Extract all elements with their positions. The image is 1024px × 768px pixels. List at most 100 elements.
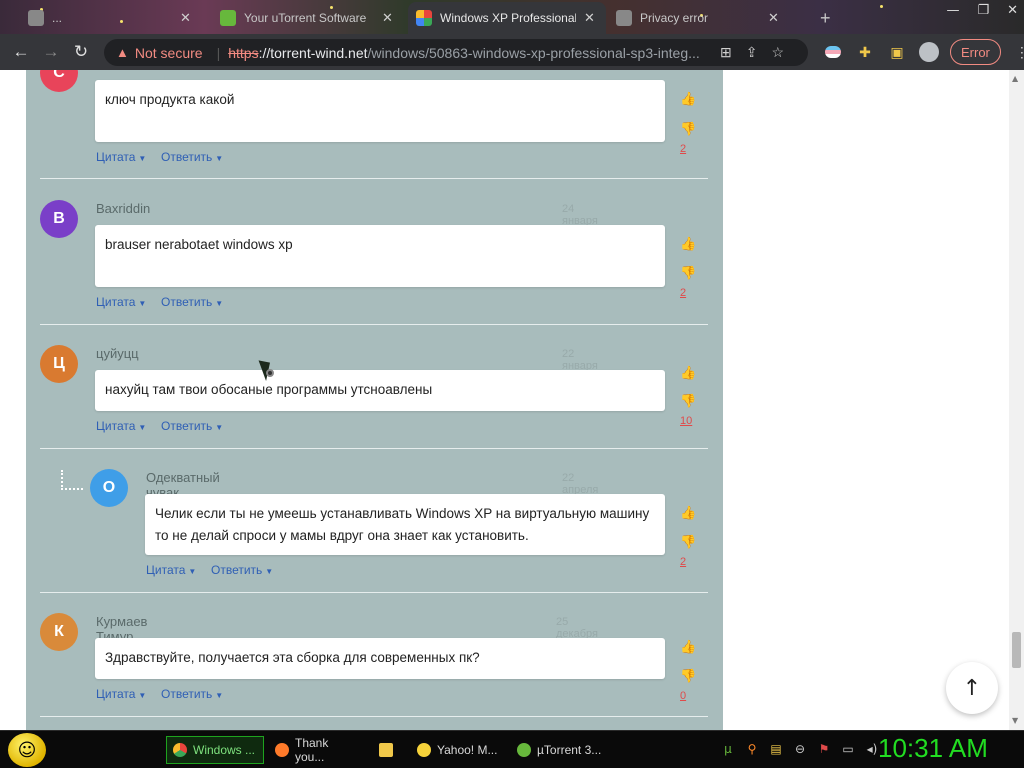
avatar[interactable]: B bbox=[40, 200, 78, 238]
quote-link[interactable]: Цитата ▼ bbox=[96, 295, 146, 309]
share-icon[interactable]: ⇪ bbox=[746, 44, 758, 61]
vote-down[interactable]: 👎2 bbox=[680, 118, 696, 156]
tab-3-active[interactable]: Windows XP Professional ✕ bbox=[408, 2, 606, 34]
quote-link[interactable]: Цитата ▼ bbox=[96, 150, 146, 164]
reply-link[interactable]: Ответить ▼ bbox=[161, 419, 223, 433]
vote-up[interactable]: 👍 bbox=[680, 362, 696, 380]
avatar[interactable]: Ц bbox=[40, 345, 78, 383]
vote-down[interactable]: 👎0 bbox=[680, 665, 696, 703]
comment-text: Здравствуйте, получается эта сборка для … bbox=[95, 638, 665, 679]
favicon-icon bbox=[28, 10, 44, 26]
avatar[interactable]: К bbox=[40, 613, 78, 651]
downvote-count[interactable]: 10 bbox=[680, 415, 692, 427]
vote-down[interactable]: 👎2 bbox=[680, 262, 696, 300]
close-tab-icon[interactable]: ✕ bbox=[382, 10, 393, 26]
maximize-button[interactable]: ❐ bbox=[977, 0, 989, 22]
chevron-down-icon: ▼ bbox=[215, 154, 224, 163]
folder-icon bbox=[379, 743, 393, 757]
bookmark-star-icon[interactable]: ☆ bbox=[771, 44, 784, 61]
avatar[interactable]: С bbox=[40, 70, 78, 92]
extension-flag-icon[interactable] bbox=[822, 41, 844, 63]
start-button[interactable]: ☺ bbox=[8, 733, 46, 767]
minimize-button[interactable]: — bbox=[946, 0, 959, 22]
vote-up[interactable]: 👍 bbox=[680, 233, 696, 251]
reply-link[interactable]: Ответить ▼ bbox=[161, 150, 223, 164]
scroll-to-top-button[interactable]: ↑ bbox=[946, 662, 998, 714]
reply-link[interactable]: Ответить ▼ bbox=[211, 563, 273, 577]
security-status[interactable]: Not secure bbox=[135, 45, 203, 61]
vote-up[interactable]: 👍 bbox=[680, 636, 696, 654]
tab-2[interactable]: Your uTorrent Software ✕ bbox=[212, 2, 406, 34]
chevron-down-icon: ▼ bbox=[215, 299, 224, 308]
vote-down[interactable]: 👎2 bbox=[680, 531, 696, 569]
thumbs-down-icon: 👎 bbox=[680, 122, 697, 137]
quote-link[interactable]: Цитата ▼ bbox=[96, 687, 146, 701]
chevron-down-icon: ▼ bbox=[138, 423, 147, 432]
reply-label: Ответить bbox=[161, 150, 213, 164]
reload-icon[interactable]: ↻ bbox=[66, 42, 96, 62]
quote-link[interactable]: Цитата ▼ bbox=[146, 563, 196, 577]
profile-error-button[interactable]: Error bbox=[950, 39, 1001, 65]
back-arrow-icon[interactable]: ← bbox=[6, 42, 36, 62]
windows-favicon-icon bbox=[416, 10, 432, 26]
close-tab-icon[interactable]: ✕ bbox=[584, 10, 595, 26]
scrollbar-thumb[interactable] bbox=[1012, 632, 1021, 668]
vote-down[interactable]: 👎 10 bbox=[680, 390, 696, 428]
taskbar-item-chrome[interactable]: Windows ... bbox=[166, 736, 264, 764]
taskbar-item-folder[interactable] bbox=[372, 736, 406, 764]
translate-icon[interactable]: ⊞ bbox=[720, 44, 732, 61]
comment-author[interactable]: Baxriddin bbox=[96, 201, 150, 216]
page-viewport: С ключ продукта какой 👍 👎2 Цитата ▼ Ответ… bbox=[0, 70, 1024, 730]
close-tab-icon[interactable]: ✕ bbox=[768, 10, 779, 26]
vote-up[interactable]: 👍 bbox=[680, 502, 696, 520]
taskbar-item-firefox[interactable]: Thank you... bbox=[268, 736, 368, 764]
thumbs-up-icon: 👍 bbox=[680, 92, 697, 107]
downvote-count[interactable]: 2 bbox=[680, 556, 686, 568]
side-panel-icon[interactable]: ▣ bbox=[886, 41, 908, 63]
extensions-puzzle-icon[interactable]: ✚ bbox=[854, 41, 876, 63]
comment-author[interactable]: цуйуцц bbox=[96, 346, 139, 361]
vote-up[interactable]: 👍 bbox=[680, 88, 696, 106]
flag-tray-icon[interactable]: ⚑ bbox=[816, 741, 832, 757]
tab-title: Privacy error bbox=[640, 11, 709, 25]
scroll-down-arrow-icon[interactable]: ▼ bbox=[1012, 716, 1018, 725]
reply-link[interactable]: Ответить ▼ bbox=[161, 295, 223, 309]
profile-avatar-icon[interactable] bbox=[918, 41, 940, 63]
taskbar-clock[interactable]: 10:31 AM bbox=[878, 733, 988, 764]
tab-4[interactable]: Privacy error ✕ bbox=[608, 2, 802, 34]
wallpaper-speck bbox=[880, 5, 883, 8]
close-window-button[interactable]: ✕ bbox=[1007, 0, 1018, 22]
reply-link[interactable]: Ответить ▼ bbox=[161, 687, 223, 701]
cursor-busy-icon bbox=[266, 369, 274, 377]
menu-kebab-icon[interactable]: ⋮ bbox=[1011, 41, 1024, 63]
favicon-icon bbox=[616, 10, 632, 26]
folder-tray-icon[interactable]: ▤ bbox=[768, 741, 784, 757]
system-tray: µ ⚲ ▤ ⊖ ⚑ ▭ ◂) bbox=[720, 741, 880, 757]
thumbs-down-icon: 👎 bbox=[680, 394, 697, 409]
taskbar-item-utorrent[interactable]: µTorrent 3... bbox=[510, 736, 610, 764]
downvote-count[interactable]: 2 bbox=[680, 143, 686, 155]
chevron-down-icon: ▼ bbox=[215, 423, 224, 432]
address-bar[interactable]: ▲ Not secure | https ://torrent-wind.net… bbox=[104, 39, 808, 66]
tab-title: ... bbox=[52, 11, 63, 25]
downvote-count[interactable]: 0 bbox=[680, 690, 686, 702]
comment-divider bbox=[40, 324, 708, 325]
scroll-up-arrow-icon[interactable]: ▲ bbox=[1012, 74, 1018, 83]
taskbar-item-label: µTorrent 3... bbox=[537, 743, 602, 757]
avatar[interactable]: О bbox=[90, 469, 128, 507]
close-tab-icon[interactable]: ✕ bbox=[180, 10, 191, 26]
taskbar: ☺ Windows ... Thank you... Yahoo! M... µ… bbox=[0, 730, 1024, 768]
taskbar-item-yahoo[interactable]: Yahoo! M... bbox=[410, 736, 508, 764]
tab-1[interactable]: ... ✕ bbox=[20, 2, 210, 34]
downvote-count[interactable]: 2 bbox=[680, 287, 686, 299]
page-scrollbar[interactable]: ▲ ▼ bbox=[1009, 70, 1024, 730]
minus-tray-icon[interactable]: ⊖ bbox=[792, 741, 808, 757]
utorrent-tray-icon[interactable]: µ bbox=[720, 741, 736, 757]
quote-label: Цитата bbox=[96, 150, 136, 164]
window-controls: — ❐ ✕ bbox=[946, 0, 1018, 22]
forward-arrow-icon[interactable]: → bbox=[36, 42, 66, 62]
new-tab-button[interactable]: + bbox=[812, 2, 842, 34]
quote-link[interactable]: Цитата ▼ bbox=[96, 419, 146, 433]
network-tray-icon[interactable]: ▭ bbox=[840, 741, 856, 757]
search-tray-icon[interactable]: ⚲ bbox=[744, 741, 760, 757]
